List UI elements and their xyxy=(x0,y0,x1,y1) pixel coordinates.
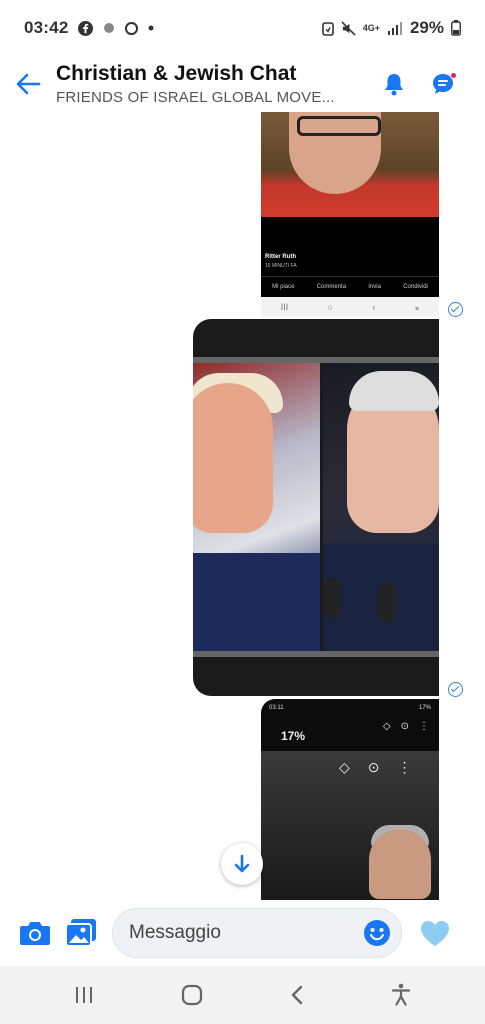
message-placeholder: Messaggio xyxy=(129,922,221,943)
status-left-icons xyxy=(78,20,154,36)
inner-accessibility-icon: ⁎ xyxy=(414,301,420,312)
sent-check-icon xyxy=(448,302,463,317)
signal-icon xyxy=(387,22,402,35)
location-icon: ⊙ xyxy=(400,721,409,732)
scroll-to-bottom-button[interactable] xyxy=(221,843,263,885)
glasses xyxy=(297,116,381,136)
messenger-chat-screen: 03:42 4G+ 29% Christian & Jewish Chat FR… xyxy=(0,0,485,1024)
poster-name: Ritter Ruth xyxy=(265,254,296,260)
like-action: Mi piace xyxy=(272,283,295,290)
status-right-icons: 4G+ 29% xyxy=(321,18,461,38)
face xyxy=(369,829,431,899)
inner-time: 03:11 xyxy=(269,705,284,711)
inner-battery-small: 17% xyxy=(418,705,431,711)
message-list[interactable]: Ritter Ruth 16 MINUTI FA Mi piace Commen… xyxy=(0,112,485,900)
photo-woman xyxy=(261,112,439,217)
inner-home-icon: ○ xyxy=(327,302,334,312)
message-image-3[interactable]: 03:11 17% 17% ◇ ⊙ ⋮ ◇ ⊙ ⋮ xyxy=(261,699,439,900)
location-icon: ⊙ xyxy=(367,759,380,775)
accessibility-icon[interactable] xyxy=(391,983,411,1007)
suit-left xyxy=(193,553,320,651)
tag-icon: ◇ xyxy=(339,759,350,775)
heart-icon xyxy=(421,920,449,946)
post-time: 16 MINUTI FA xyxy=(265,263,297,269)
more-icon: ⋮ xyxy=(419,721,429,732)
back-icon[interactable] xyxy=(290,985,304,1005)
inner-back-icon: ‹ xyxy=(372,302,376,312)
photo-right-panel xyxy=(323,363,439,651)
gallery-button[interactable] xyxy=(58,910,104,956)
header-actions xyxy=(383,72,485,96)
app-icon xyxy=(104,23,115,33)
facebook-icon xyxy=(78,20,94,36)
message-image-1[interactable]: Ritter Ruth 16 MINUTI FA Mi piace Commen… xyxy=(261,112,439,317)
inner-toolbar-icons: ◇ ⊙ ⋮ xyxy=(383,721,429,732)
inner-nav-strip: III ○ ‹ ⁎ xyxy=(261,297,439,317)
mute-icon xyxy=(341,20,356,36)
battery-saver-icon xyxy=(321,21,334,36)
microphone xyxy=(378,583,396,623)
inner-toolbar-icons-large: ◇ ⊙ ⋮ xyxy=(339,759,412,776)
network-type: 4G+ xyxy=(362,22,380,33)
chat-subtitle: FRIENDS OF ISRAEL GLOBAL MOVE... xyxy=(56,89,335,106)
heart-button[interactable] xyxy=(412,910,458,956)
image-border-bottom xyxy=(193,651,439,657)
more-icon: ⋮ xyxy=(397,759,412,775)
arrow-down-icon xyxy=(234,854,250,873)
back-arrow-icon xyxy=(16,73,41,95)
chat-header-info[interactable]: Christian & Jewish Chat FRIENDS OF ISRAE… xyxy=(56,62,383,106)
camera-icon xyxy=(20,922,50,945)
notification-dot xyxy=(450,72,457,79)
messenger-icon xyxy=(125,21,139,35)
comment-action: Commenta xyxy=(316,283,347,290)
message-image-2[interactable] xyxy=(193,319,439,696)
share-action: Condividi xyxy=(403,283,428,290)
battery-icon xyxy=(451,20,461,36)
bell-icon[interactable] xyxy=(383,72,405,96)
chat-header: Christian & Jewish Chat FRIENDS OF ISRAE… xyxy=(0,56,485,112)
status-bar: 03:42 4G+ 29% xyxy=(0,0,485,56)
back-button[interactable] xyxy=(0,56,56,112)
system-nav-bar xyxy=(0,966,485,1024)
status-time: 03:42 xyxy=(24,18,69,37)
emoji-icon[interactable] xyxy=(363,919,391,947)
home-icon[interactable] xyxy=(181,984,203,1006)
message-input[interactable]: Messaggio xyxy=(112,908,402,958)
inner-status-bar: 03:11 17% xyxy=(269,705,431,711)
inner-recents-icon: III xyxy=(280,302,289,312)
inner-battery-large: 17% xyxy=(281,729,306,743)
camera-button[interactable] xyxy=(12,910,58,956)
photo-left-panel xyxy=(193,363,320,651)
message-composer: Messaggio xyxy=(0,900,485,966)
hair-right xyxy=(349,371,439,411)
recents-icon[interactable] xyxy=(74,986,94,1004)
gallery-icon xyxy=(65,919,96,947)
sent-check-icon xyxy=(448,682,463,697)
chat-threads-button[interactable] xyxy=(431,72,457,96)
dot-icon xyxy=(148,25,154,31)
send-action: Invia xyxy=(368,283,381,290)
microphone xyxy=(323,578,341,618)
battery-percent: 29% xyxy=(409,18,444,37)
tag-icon: ◇ xyxy=(382,721,391,732)
face-left xyxy=(193,383,273,533)
chat-title: Christian & Jewish Chat xyxy=(56,62,297,85)
post-actions: Mi piace Commenta Invia Condividi xyxy=(261,276,439,296)
